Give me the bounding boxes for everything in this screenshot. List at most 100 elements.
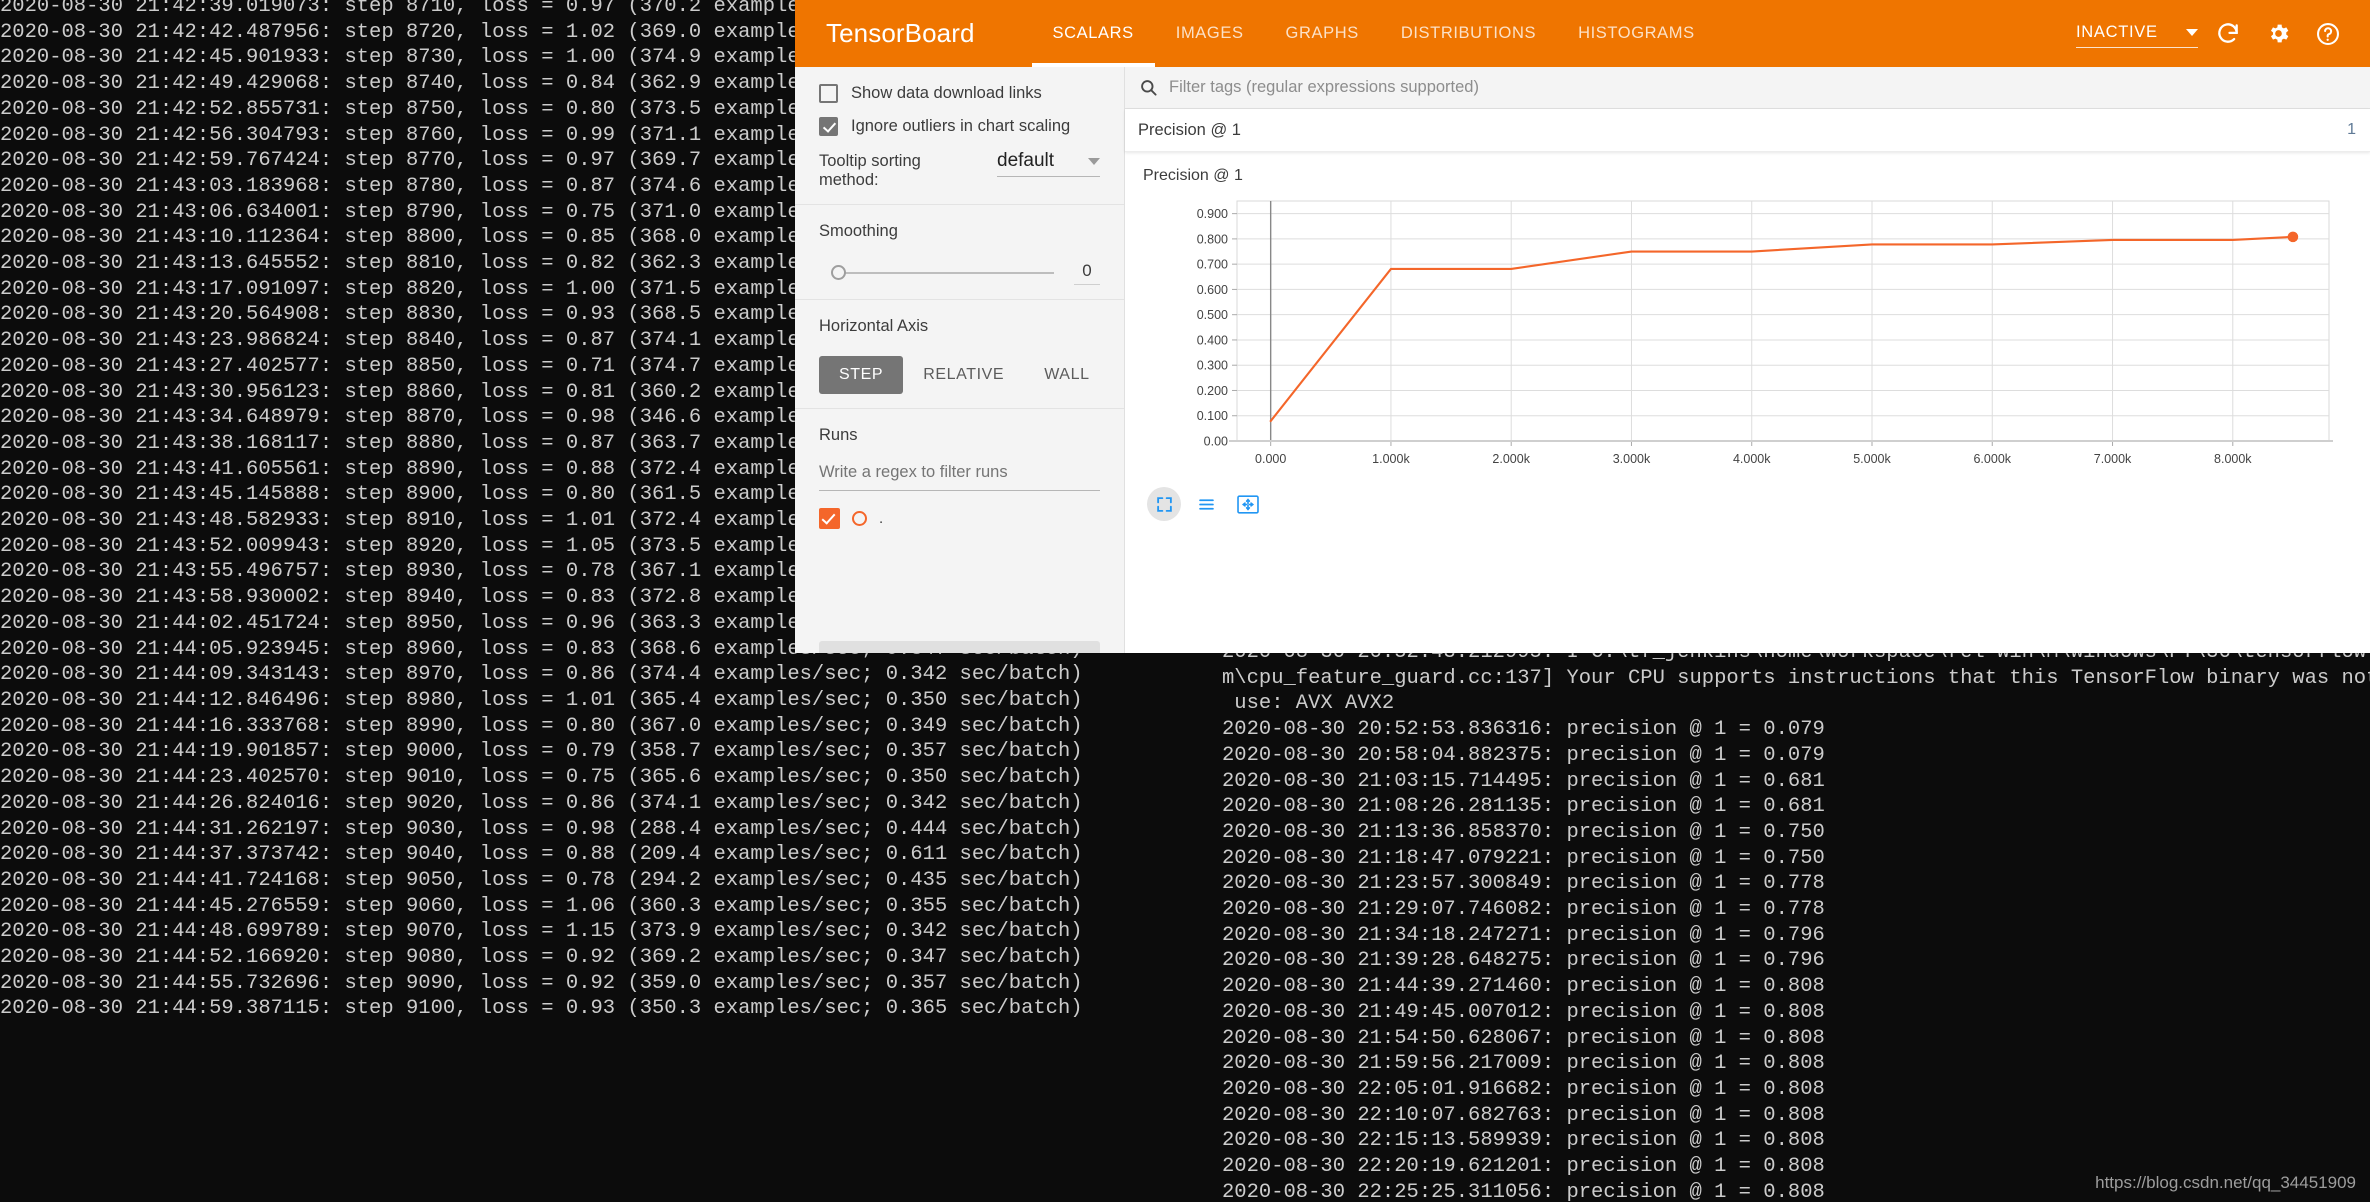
- console-line: 2020-08-30 21:23:57.300849: precision @ …: [1222, 872, 1825, 896]
- smoothing-value[interactable]: 0: [1074, 261, 1100, 285]
- run-name-label: .: [879, 510, 884, 527]
- console-line: 2020-08-30 20:52:53.836316: precision @ …: [1222, 718, 1825, 742]
- console-line: m\cpu_feature_guard.cc:137] Your CPU sup…: [1222, 666, 2370, 690]
- console-line: 2020-08-30 21:44:59.387115: step 9100, l…: [0, 997, 1083, 1021]
- run-checkbox[interactable]: [819, 508, 840, 529]
- axis-option-wall[interactable]: WALL: [1024, 356, 1109, 394]
- tab-scalars[interactable]: SCALARS: [1031, 0, 1156, 67]
- header-actions: INACTIVE: [2076, 14, 2370, 54]
- y-axis-tick-label: 0.700: [1197, 258, 1228, 272]
- show-download-links-row[interactable]: Show data download links: [819, 84, 1100, 103]
- chart-plot-area[interactable]: 0.00 0.100 0.200 0.300 0.400 0.500 0.600 0.700 0…: [1137, 191, 2337, 481]
- x-axis-tick-label: 2.000k: [1492, 452, 1530, 466]
- smoothing-slider-row: 0: [819, 261, 1100, 285]
- x-axis-tick-label: 3.000k: [1613, 452, 1651, 466]
- show-download-links-checkbox[interactable]: [819, 84, 838, 103]
- last-data-point-marker: [2287, 231, 2299, 243]
- console-line: 2020-08-30 21:49:45.007012: precision @ …: [1222, 1000, 1825, 1024]
- x-axis-tick-label: 8.000k: [2214, 452, 2252, 466]
- console-line: 2020-08-30 21:44:45.276559: step 9060, l…: [0, 894, 1083, 918]
- y-axis-tick-label: 0.900: [1197, 207, 1228, 221]
- x-axis-tick-label: 7.000k: [2094, 452, 2132, 466]
- console-line: use: AVX AVX2: [1222, 692, 1395, 716]
- x-axis-tick-label: 6.000k: [1973, 452, 2011, 466]
- list-icon[interactable]: [1189, 487, 1223, 521]
- console-line: 2020-08-30 21:59:56.217009: precision @ …: [1222, 1052, 1825, 1076]
- console-line: 2020-08-30 21:44:31.262197: step 9030, l…: [0, 817, 1083, 841]
- x-axis-tick-label: 5.000k: [1853, 452, 1891, 466]
- smoothing-slider-knob[interactable]: [831, 265, 846, 280]
- runs-filter-input[interactable]: [819, 459, 1100, 491]
- smoothing-slider[interactable]: [831, 265, 1054, 280]
- y-axis-tick-label: 0.200: [1197, 384, 1228, 398]
- console-line: 2020-08-30 21:44:26.824016: step 9020, l…: [0, 791, 1083, 815]
- fit-icon[interactable]: [1231, 487, 1265, 521]
- x-axis-tick-label: 1.000k: [1372, 452, 1410, 466]
- scalars-main-panel: Precision @ 1 1 Precision @ 1 0.000.1000…: [1125, 67, 2370, 653]
- horizontal-axis-section: Horizontal Axis STEP RELATIVE WALL: [795, 300, 1124, 408]
- tab-histograms[interactable]: HISTOGRAMS: [1557, 0, 1716, 67]
- reload-icon[interactable]: [2208, 14, 2248, 54]
- smoothing-label: Smoothing: [819, 222, 898, 240]
- y-axis-tick-label: 0.00: [1204, 435, 1228, 449]
- precision-line-chart[interactable]: 0.00 0.100 0.200 0.300 0.400 0.500 0.600 0.700 0…: [1137, 191, 2337, 481]
- run-item[interactable]: .: [819, 508, 1100, 529]
- help-icon[interactable]: [2308, 14, 2348, 54]
- console-line: 2020-08-30 21:44:41.724168: step 9050, l…: [0, 868, 1083, 892]
- tag-group-count: 1: [2347, 121, 2356, 138]
- console-line: 2020-08-30 21:44:52.166920: step 9080, l…: [0, 946, 1083, 970]
- scalar-chart-card: Precision @ 1 0.00 0.100 0.200 0.300 0.400 0.…: [1137, 160, 2337, 521]
- tooltip-sorting-select[interactable]: default: [997, 150, 1100, 177]
- console-line: 2020-08-30 21:34:18.247271: precision @ …: [1222, 923, 1825, 947]
- y-axis-tick-label: 0.400: [1197, 333, 1228, 347]
- console-line: 2020-08-30 22:05:01.916682: precision @ …: [1222, 1077, 1825, 1101]
- run-color-swatch: [852, 511, 867, 526]
- gear-icon[interactable]: [2258, 14, 2298, 54]
- console-line: 2020-08-30 22:15:13.589939: precision @ …: [1222, 1129, 1825, 1153]
- console-line: 2020-08-30 21:44:12.846496: step 8980, l…: [0, 688, 1083, 712]
- x-axis-tick-label: 4.000k: [1733, 452, 1771, 466]
- axis-option-step[interactable]: STEP: [819, 356, 904, 394]
- horizontal-axis-buttons: STEP RELATIVE WALL: [819, 356, 1100, 394]
- tab-graphs[interactable]: GRAPHS: [1265, 0, 1380, 67]
- y-axis-tick-label: 0.300: [1197, 359, 1228, 373]
- console-line: 2020-08-30 21:44:55.732696: step 9090, l…: [0, 971, 1083, 995]
- console-line: 2020-08-30 21:29:07.746082: precision @ …: [1222, 898, 1825, 922]
- chart-title: Precision @ 1: [1143, 167, 1243, 184]
- app-logo-title: TensorBoard: [826, 18, 975, 48]
- tab-images[interactable]: IMAGES: [1155, 0, 1265, 67]
- show-download-links-label: Show data download links: [851, 84, 1042, 102]
- toggle-all-runs-button[interactable]: TOGGLE ALL RUNS: [819, 641, 1100, 653]
- runs-label: Runs: [819, 426, 858, 444]
- y-axis-tick-label: 0.500: [1197, 308, 1228, 322]
- tag-group-header[interactable]: Precision @ 1 1: [1125, 109, 2370, 152]
- run-status-label: INACTIVE: [2076, 22, 2158, 41]
- console-line: 2020-08-30 21:54:50.628067: precision @ …: [1222, 1026, 1825, 1050]
- y-axis-tick-label: 0.600: [1197, 283, 1228, 297]
- ignore-outliers-checkbox[interactable]: [819, 117, 838, 136]
- ignore-outliers-row[interactable]: Ignore outliers in chart scaling: [819, 117, 1100, 136]
- tag-filter-input[interactable]: [1167, 77, 2275, 98]
- tensorboard-body: Show data download links Ignore outliers…: [795, 67, 2370, 653]
- tab-distributions[interactable]: DISTRIBUTIONS: [1380, 0, 1557, 67]
- console-line: 2020-08-30 21:18:47.079221: precision @ …: [1222, 846, 1825, 870]
- search-icon: [1139, 78, 1158, 97]
- tooltip-sorting-value: default: [997, 150, 1055, 171]
- console-line: 2020-08-30 22:10:07.682763: precision @ …: [1222, 1103, 1825, 1127]
- smoothing-section: Smoothing 0: [795, 205, 1124, 299]
- console-line: 2020-08-30 21:44:16.333768: step 8990, l…: [0, 714, 1083, 738]
- console-line: 2020-08-30 21:44:48.699789: step 9070, l…: [0, 920, 1083, 944]
- console-line: 2020-08-30 21:13:36.858370: precision @ …: [1222, 820, 1825, 844]
- tooltip-sorting-label: Tooltip sorting method:: [819, 152, 921, 189]
- run-status-dropdown[interactable]: INACTIVE: [2076, 20, 2198, 48]
- axis-option-relative[interactable]: RELATIVE: [903, 356, 1024, 394]
- chevron-down-icon: [2186, 28, 2198, 36]
- console-line: 2020-08-30 21:44:37.373742: step 9040, l…: [0, 843, 1083, 867]
- fullscreen-icon[interactable]: [1147, 487, 1181, 521]
- tensorboard-header: TensorBoard SCALARS IMAGES GRAPHS DISTRI…: [795, 0, 2370, 67]
- console-line: 2020-08-30 21:03:15.714495: precision @ …: [1222, 769, 1825, 793]
- watermark: https://blog.csdn.net/qq_34451909: [2095, 1173, 2356, 1192]
- settings-sidebar: Show data download links Ignore outliers…: [795, 67, 1125, 653]
- chart-toolbar: [1137, 481, 2337, 521]
- tensorboard-window: TensorBoard SCALARS IMAGES GRAPHS DISTRI…: [795, 0, 2370, 653]
